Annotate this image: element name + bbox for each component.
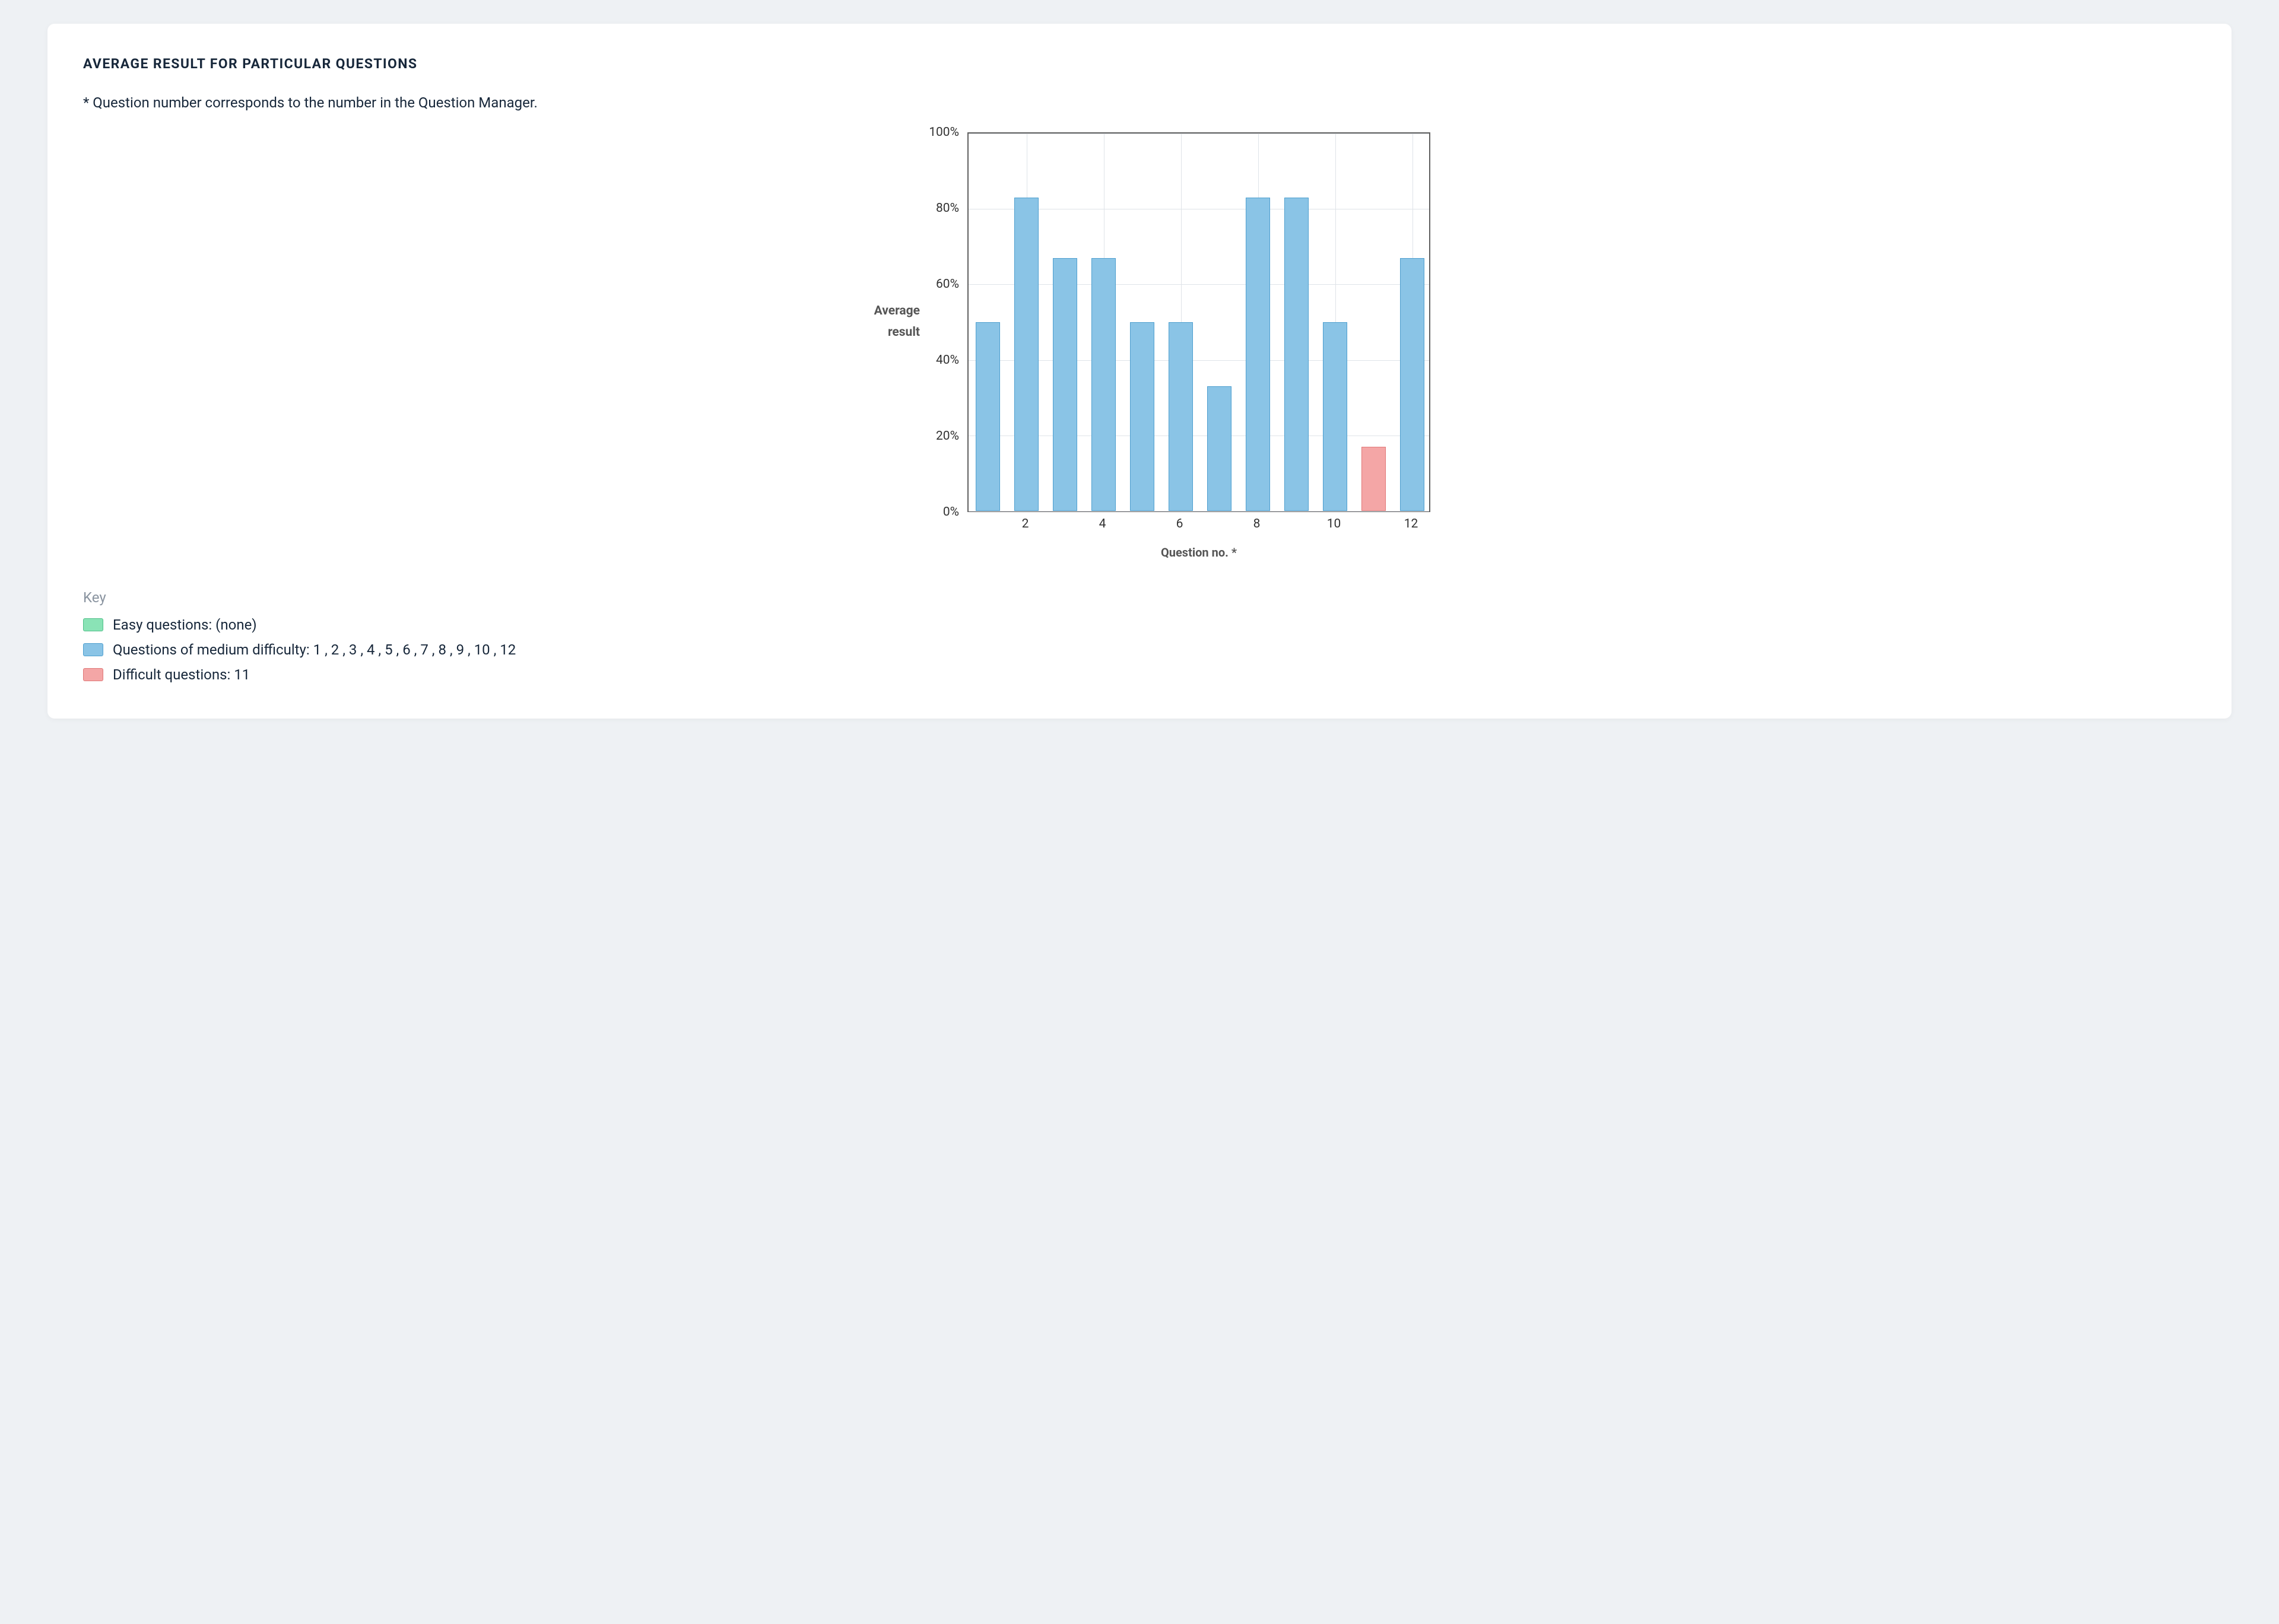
legend-label: Questions of medium difficulty: 1 , 2 , … <box>113 641 516 658</box>
x-tick: 4 <box>1099 517 1106 531</box>
y-axis-label-line-2: result <box>888 322 920 344</box>
x-tick: 10 <box>1327 517 1341 531</box>
y-tick: 100% <box>929 125 959 139</box>
x-tick: 12 <box>1404 517 1418 531</box>
x-tick: 6 <box>1176 517 1183 531</box>
legend-swatch-easy <box>83 618 103 631</box>
page: AVERAGE RESULT FOR PARTICULAR QUESTIONS … <box>0 0 2279 754</box>
y-tick: 60% <box>936 277 959 291</box>
legend-item-easy: Easy questions: (none) <box>83 616 2196 633</box>
y-tick: 0% <box>943 505 959 519</box>
bar-question-11 <box>1361 447 1385 511</box>
y-tick: 20% <box>936 429 959 443</box>
x-axis-ticks: 2 4 6 8 10 12 <box>967 512 1430 538</box>
y-axis-label: Average result <box>849 132 926 512</box>
chart-container: Average result 0%20%40%60%80%100% 246810… <box>83 132 2196 560</box>
x-tick: 8 <box>1253 517 1261 531</box>
y-tick: 40% <box>936 353 959 367</box>
y-axis-label-line-1: Average <box>874 301 920 322</box>
legend-title: Key <box>83 589 2196 606</box>
x-tick: 2 <box>1022 517 1029 531</box>
legend-swatch-difficult <box>83 668 103 681</box>
bar-question-8 <box>1246 198 1269 511</box>
bar-question-4 <box>1091 258 1115 511</box>
bars-layer <box>969 134 1429 511</box>
legend-items: Easy questions: (none) Questions of mediu… <box>83 616 2196 683</box>
legend-item-difficult: Difficult questions: 11 <box>83 666 2196 683</box>
bar-question-3 <box>1053 258 1077 511</box>
bar-question-9 <box>1284 198 1308 511</box>
x-axis-label: Question no. * <box>967 538 1430 560</box>
card-note: * Question number corresponds to the num… <box>83 94 2196 111</box>
bar-question-1 <box>976 322 999 511</box>
legend-item-medium: Questions of medium difficulty: 1 , 2 , … <box>83 641 2196 658</box>
card-title: AVERAGE RESULT FOR PARTICULAR QUESTIONS <box>83 56 2196 72</box>
bar-question-5 <box>1130 322 1154 511</box>
bar-question-12 <box>1400 258 1424 511</box>
legend-swatch-medium <box>83 643 103 656</box>
legend: Key Easy questions: (none) Questions of m… <box>83 589 2196 683</box>
bar-question-2 <box>1014 198 1038 511</box>
y-axis-ticks: 0%20%40%60%80%100% <box>926 132 967 512</box>
bar-question-6 <box>1169 322 1192 511</box>
chart-grid: Average result 0%20%40%60%80%100% 246810… <box>849 132 1430 560</box>
bar-question-10 <box>1323 322 1347 511</box>
y-tick: 80% <box>936 201 959 215</box>
legend-label: Easy questions: (none) <box>113 616 257 633</box>
bar-question-7 <box>1207 386 1231 511</box>
legend-label: Difficult questions: 11 <box>113 666 250 683</box>
plot-area <box>967 132 1430 512</box>
chart-card: AVERAGE RESULT FOR PARTICULAR QUESTIONS … <box>47 24 2232 719</box>
